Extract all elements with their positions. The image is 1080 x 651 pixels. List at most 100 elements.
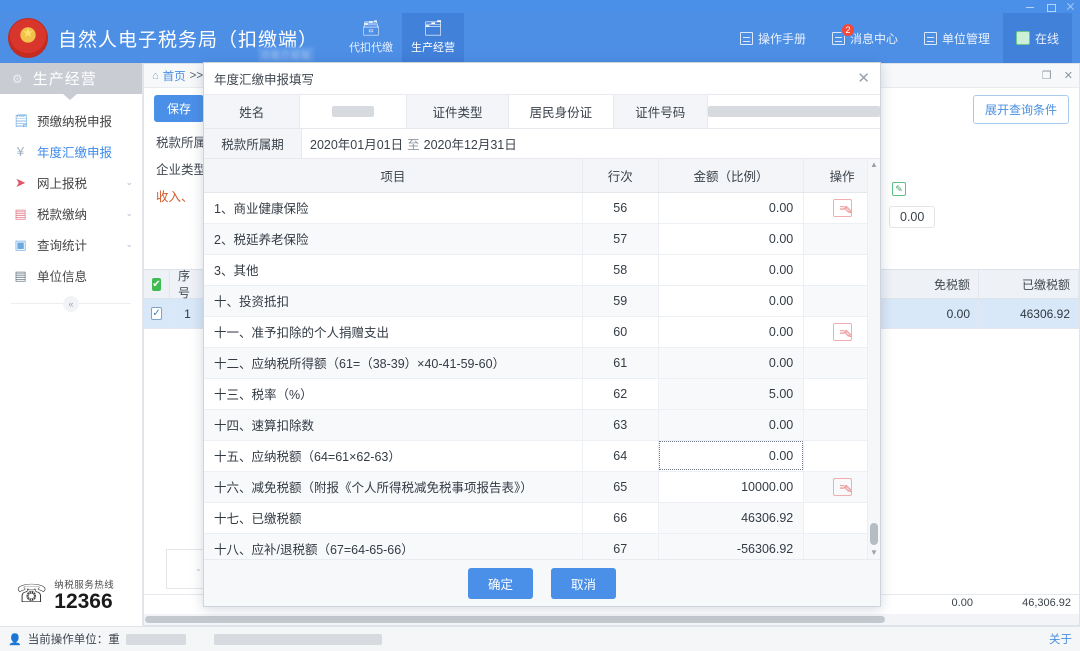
row-item-label: 3、其他 [204, 254, 583, 286]
annual-icon: ¥ [16, 144, 25, 159]
sidebar-item-label: 查询统计 [37, 239, 88, 253]
breadcrumb-home[interactable]: 首页 [163, 68, 186, 84]
header-manual-label: 操作手册 [757, 31, 806, 46]
breadcrumb-separator: >> [189, 69, 204, 82]
row-amount-input[interactable]: 0.00 [658, 440, 805, 472]
row-checkbox[interactable]: ✓ [144, 299, 170, 328]
table-row[interactable]: 十三、税率（%） 62 5.00 [204, 378, 880, 410]
row-amount-input[interactable]: 0.00 [658, 223, 805, 255]
table-row[interactable]: 十六、减免税额（附报《个人所得税减免税事项报告表》） 65 10000.00 ≡ [204, 471, 880, 503]
select-all-checkbox[interactable]: ✔ [144, 270, 170, 298]
horizontal-scrollbar[interactable] [144, 614, 1079, 625]
header-manual-button[interactable]: 操作手册 [727, 13, 819, 63]
period-separator: 至 [407, 138, 420, 152]
annual-declaration-modal: 年度汇缴申报填写 ✕ 姓名 证件类型 居民身份证 证件号码 税款所属期 2020… [203, 62, 881, 607]
sidebar-item-query-stats[interactable]: ▣ 查询统计 ⌄ [0, 229, 142, 260]
row-amount-input[interactable]: 0.00 [658, 192, 805, 224]
table-row[interactable]: 十四、速算扣除数 63 0.00 [204, 409, 880, 441]
row-item-label: 十六、减免税额（附报《个人所得税减免税事项报告表》） [204, 471, 583, 503]
org-icon [923, 31, 937, 45]
table-row[interactable]: 十一、准予扣除的个人捐赠支出 60 0.00 ≡ [204, 316, 880, 348]
row-line-number: 62 [582, 378, 659, 410]
table-row[interactable]: 1、商业健康保险 56 0.00 ≡ [204, 192, 880, 224]
table-row[interactable]: 3、其他 58 0.00 [204, 254, 880, 286]
message-badge: 2 [840, 23, 855, 37]
service-hotline: ☏ 纳税服务热线 12366 [0, 577, 142, 613]
inner-close-button[interactable]: ✕ [1064, 69, 1073, 82]
row-amount-value: 0.00 [658, 347, 805, 379]
taxpayer-identity-row: 姓名 证件类型 居民身份证 证件号码 [204, 95, 880, 129]
row-item-label: 2、税延养老保险 [204, 223, 583, 255]
row-amount-input[interactable]: 0.00 [658, 254, 805, 286]
row-amount-input[interactable]: 0.00 [658, 285, 805, 317]
save-button[interactable]: 保存 [154, 95, 205, 122]
mode-withholding[interactable]: 🗃 代扣代缴 [340, 13, 402, 63]
row-amount-input[interactable]: 10000.00 [658, 471, 805, 503]
id-number-field[interactable] [708, 95, 880, 128]
table-row[interactable]: 十八、应补/退税额（67=64-65-66） 67 -56306.92 [204, 533, 880, 559]
sidebar-item-annual-declaration[interactable]: ¥ 年度汇缴申报 [0, 136, 142, 167]
expand-query-button[interactable]: 展开查询条件 [972, 95, 1069, 124]
status-bar: 👤 当前操作单位：重 关于 [0, 626, 1080, 651]
hotline-label: 纳税服务热线 [54, 579, 115, 591]
header-org-button[interactable]: 单位管理 [911, 13, 1003, 63]
clipboard-icon: 🗒 [13, 112, 30, 128]
scroll-down-icon[interactable]: ▼ [868, 547, 880, 559]
row-line-number: 64 [582, 440, 659, 472]
tax-period-value: 2020年01月01日 至 2020年12月31日 [302, 129, 880, 158]
edit-row-icon[interactable]: ≡ [832, 322, 853, 343]
modal-vertical-scrollbar[interactable]: ▲ ▼ [867, 159, 880, 559]
sidebar-item-online-filing[interactable]: ➤ 网上报税 ⌄ [0, 167, 142, 198]
column-header-item: 项目 [204, 159, 583, 193]
header-messages-button[interactable]: 2 消息中心 [819, 13, 911, 63]
window-close-button[interactable] [1065, 2, 1076, 11]
declaration-table: 项目 行次 金额（比例） 操作 1、商业健康保险560.00≡2、税延养老保险5… [204, 159, 880, 559]
edit-row-icon[interactable]: ≡ [832, 477, 853, 498]
sidebar-item-label: 税款缴纳 [37, 208, 88, 222]
sidebar-collapse-button[interactable]: « [63, 296, 79, 312]
close-icon[interactable]: ✕ [857, 71, 870, 86]
table-row[interactable]: 十二、应纳税所得额（61=（38-39）×40-41-59-60） 61 0.00 [204, 347, 880, 379]
edit-row-icon[interactable]: ≡ [832, 198, 853, 219]
tax-period-label: 税款所属期 [204, 129, 302, 158]
headset-icon: ☏ [16, 580, 48, 609]
sidebar-item-tax-payment[interactable]: ▤ 税款缴纳 ⌄ [0, 198, 142, 229]
confirm-button[interactable]: 确定 [467, 567, 533, 599]
table-row[interactable]: 2、税延养老保险 57 0.00 [204, 223, 880, 255]
row-line-number: 60 [582, 316, 659, 348]
mode-business[interactable]: 🗂 生产经营 [402, 13, 465, 63]
row-amount-value: 0.00 [658, 409, 805, 441]
sidebar-item-org-info[interactable]: ▤ 单位信息 [0, 260, 142, 291]
redacted-id-number [708, 106, 880, 117]
modal-footer: 确定 取消 [204, 559, 880, 606]
table-row[interactable]: 十七、已缴税额 66 46306.92 [204, 502, 880, 534]
scroll-up-icon[interactable]: ▲ [868, 159, 880, 171]
sidebar-menu: 🗒 预缴纳税申报 ¥ 年度汇缴申报 ➤ 网上报税 ⌄ ▤ 税款缴纳 ⌄ ▣ 查询… [0, 94, 142, 291]
row-item-label: 十八、应补/退税额（67=64-65-66） [204, 533, 583, 559]
header-online-status[interactable]: 在线 [1002, 13, 1072, 63]
period-start-date: 2020年01月01日 [310, 138, 404, 152]
window-minimize-button[interactable] [1025, 2, 1036, 11]
row-item-label: 十一、准予扣除的个人捐赠支出 [204, 316, 583, 348]
table-row[interactable]: 十五、应纳税额（64=61×62-63） 64 0.00 [204, 440, 880, 472]
edit-icon[interactable]: ✎ [892, 182, 906, 196]
id-type-value[interactable]: 居民身份证 [509, 95, 614, 128]
total-exempt: 0.00 [951, 597, 973, 609]
row-line-number: 59 [582, 285, 659, 317]
sidebar-item-prepaid-declaration[interactable]: 🗒 预缴纳税申报 [0, 105, 142, 136]
row-line-number: 56 [582, 192, 659, 224]
row-line-number: 61 [582, 347, 659, 379]
window-maximize-button[interactable] [1045, 2, 1056, 12]
table-row[interactable]: 十、投资抵扣 59 0.00 [204, 285, 880, 317]
cancel-button[interactable]: 取消 [551, 567, 617, 599]
modal-scrollbar-thumb[interactable] [870, 523, 878, 545]
name-label: 姓名 [204, 95, 301, 128]
name-field[interactable] [300, 95, 407, 128]
sidebar-item-label: 网上报税 [37, 177, 88, 191]
id-number-label: 证件号码 [613, 95, 708, 128]
header-actions: 操作手册 2 消息中心 单位管理 在线 [727, 13, 1080, 63]
inner-restore-button[interactable]: ❐ [1042, 69, 1052, 82]
horizontal-scrollbar-thumb[interactable] [145, 616, 885, 623]
row-amount-input[interactable]: 0.00 [658, 316, 805, 348]
about-link[interactable]: 关于 [1049, 631, 1072, 647]
